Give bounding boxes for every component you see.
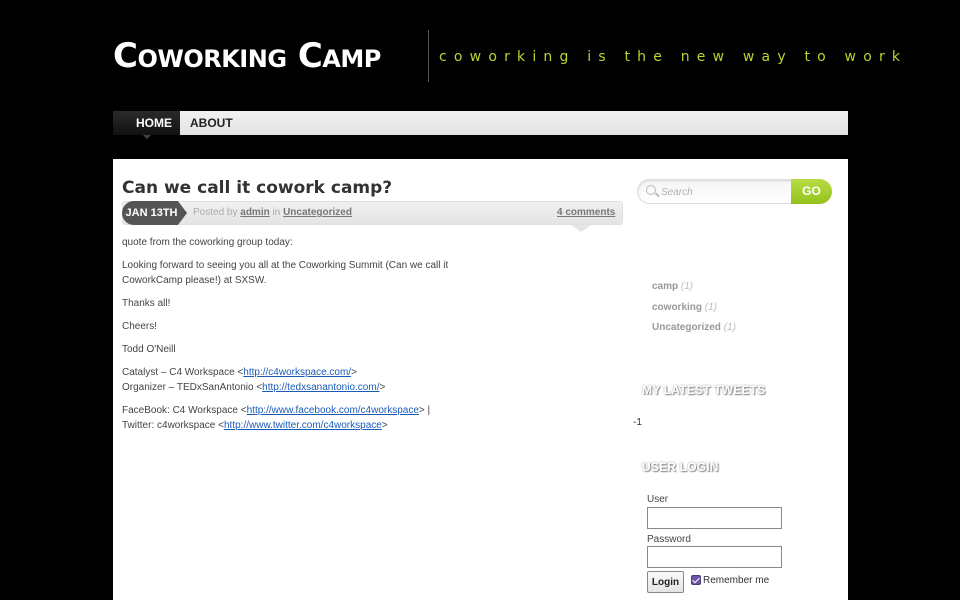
meta-bar-pointer: [571, 225, 591, 232]
category-count: (1): [680, 281, 694, 292]
post-paragraph-credits: Catalyst – C4 Workspace <http://c4worksp…: [122, 365, 462, 395]
search-icon: [646, 185, 656, 195]
organizer-prefix: Organizer – TEDxSanAntonio <: [122, 382, 263, 393]
post-title[interactable]: Can we call it cowork camp?: [122, 178, 392, 198]
post-paragraph-social: FaceBook: C4 Workspace <http://www.faceb…: [122, 403, 462, 433]
category-item-uncategorized[interactable]: Uncategorized (1): [652, 322, 736, 333]
header-divider: [428, 30, 429, 82]
category-link[interactable]: Uncategorized: [283, 207, 352, 218]
organizer-suffix: >: [379, 382, 386, 393]
nav-item-about[interactable]: ABOUT: [190, 111, 233, 135]
remember-me-checkbox[interactable]: [691, 575, 701, 585]
site-tagline: coworking is the new way to work: [439, 49, 908, 65]
active-nav-indicator: [143, 135, 151, 139]
password-field[interactable]: [647, 546, 782, 568]
post-paragraph: Looking forward to seeing you all at the…: [122, 260, 449, 286]
post-paragraph: Cheers!: [122, 321, 158, 332]
remember-me-label[interactable]: Remember me: [703, 575, 769, 586]
nav-item-home[interactable]: HOME: [113, 111, 180, 135]
post-date-badge: JAN 13TH: [122, 201, 187, 225]
tedx-link[interactable]: http://tedxsanantonio.com/: [262, 382, 379, 393]
catalyst-prefix: Catalyst – C4 Workspace <: [122, 367, 244, 378]
category-count: (1): [723, 322, 736, 333]
post-meta: Posted by admin in Uncategorized: [193, 207, 352, 218]
search-go-button[interactable]: GO: [791, 179, 832, 204]
latest-tweets-heading: MY LATEST TWEETS: [642, 383, 766, 397]
category-name[interactable]: coworking: [652, 302, 702, 313]
category-name[interactable]: camp: [652, 281, 678, 292]
login-button[interactable]: Login: [647, 571, 684, 593]
search-input[interactable]: [661, 184, 786, 200]
tweets-content: -1: [633, 417, 642, 428]
main-nav: HOME ABOUT: [113, 111, 848, 135]
catalyst-suffix: >: [351, 367, 357, 378]
post-paragraph: Todd O'Neill: [122, 344, 176, 355]
user-label: User: [647, 494, 669, 505]
site-title[interactable]: Coworking Camp: [113, 36, 381, 76]
post-paragraph: quote from the coworking group today:: [122, 237, 293, 248]
author-link[interactable]: admin: [240, 207, 269, 218]
facebook-prefix: FaceBook: C4 Workspace <: [122, 405, 247, 416]
category-item-camp[interactable]: camp (1): [652, 281, 693, 292]
user-login-heading: USER LOGIN: [642, 460, 719, 474]
category-item-coworking[interactable]: coworking (1): [652, 302, 717, 313]
twitter-suffix: >: [381, 420, 388, 431]
twitter-link[interactable]: http://www.twitter.com/c4workspace: [224, 420, 382, 431]
password-label: Password: [647, 534, 691, 545]
category-count: (1): [704, 302, 718, 313]
c4workspace-link[interactable]: http://c4workspace.com/: [243, 367, 351, 378]
facebook-link[interactable]: http://www.facebook.com/c4workspace: [247, 405, 419, 416]
in-label: in: [272, 207, 281, 218]
comments-link[interactable]: 4 comments: [557, 207, 615, 218]
category-name[interactable]: Uncategorized: [652, 322, 721, 333]
posted-by-label: Posted by: [193, 207, 238, 218]
post-paragraph: Thanks all!: [122, 298, 171, 309]
post-body: quote from the coworking group today: Lo…: [122, 235, 462, 441]
username-field[interactable]: [647, 507, 782, 529]
